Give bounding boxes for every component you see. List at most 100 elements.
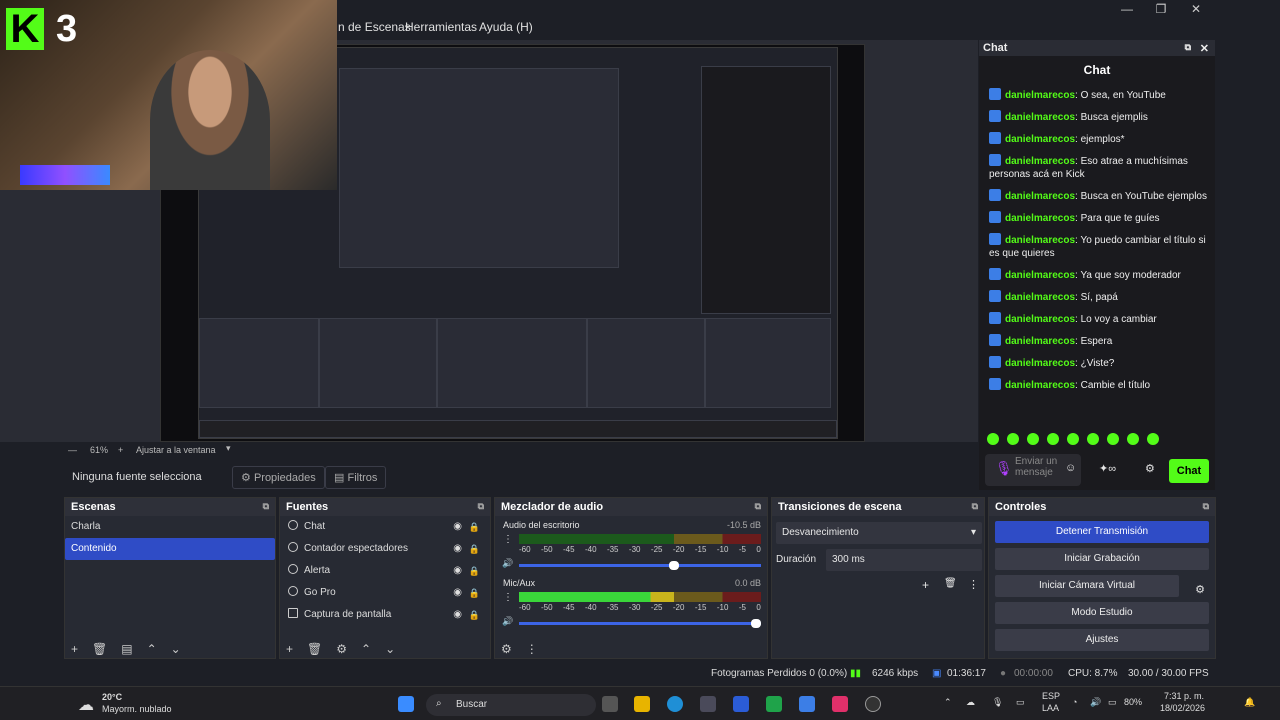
popout-icon[interactable]: ⧉	[263, 501, 269, 512]
chat-username[interactable]: danielmarecos	[1005, 112, 1075, 123]
emote-icon[interactable]	[1107, 433, 1119, 445]
emote-icon[interactable]	[1127, 433, 1139, 445]
emote-icon[interactable]	[1027, 433, 1039, 445]
trash-icon[interactable]: 🗑	[92, 642, 107, 656]
maximize-button[interactable]: ❐	[1149, 2, 1173, 16]
source-item[interactable]: Chat ◉ 🔒	[280, 516, 490, 538]
kebab-icon[interactable]: ⋮	[503, 534, 513, 545]
volume-slider[interactable]	[519, 561, 761, 570]
zoom-out-button[interactable]: —	[68, 445, 77, 455]
advanced-audio-icon[interactable]: ⚙	[501, 642, 512, 656]
weather-icon[interactable]: ☁	[78, 695, 94, 715]
speaker-icon[interactable]: 🔊	[502, 558, 513, 569]
arrow-down-icon[interactable]: ⌄	[171, 642, 181, 656]
menu-tools[interactable]: Herramientas	[405, 20, 477, 34]
popout-icon[interactable]: ⧉	[755, 501, 761, 512]
popout-icon[interactable]: ⧉	[1203, 501, 1209, 512]
chat-username[interactable]: danielmarecos	[1005, 380, 1075, 391]
settings-gear-icon[interactable]: ⚙	[1145, 462, 1155, 475]
chat-username[interactable]: danielmarecos	[1005, 336, 1075, 347]
chat-username[interactable]: danielmarecos	[1005, 134, 1075, 145]
notification-icon[interactable]: 🔔	[1244, 697, 1255, 708]
eye-icon[interactable]: ◉	[453, 604, 462, 626]
lock-icon[interactable]: 🔒	[469, 582, 480, 604]
chat-username[interactable]: danielmarecos	[1005, 270, 1075, 281]
kebab-icon[interactable]: ⋮	[503, 592, 513, 603]
arrow-up-icon[interactable]: ⌃	[361, 642, 371, 656]
chat-username[interactable]: danielmarecos	[1005, 191, 1075, 202]
add-icon[interactable]: +	[922, 578, 929, 592]
source-item[interactable]: Contador espectadores ◉ 🔒	[280, 538, 490, 560]
close-icon[interactable]: ✕	[1200, 42, 1209, 55]
stop-streaming-button[interactable]: Detener Transmisión	[995, 521, 1209, 543]
speaker-icon[interactable]: 🔊	[502, 616, 513, 627]
gear-icon[interactable]: ⚙	[336, 642, 347, 656]
scene-item[interactable]: Charla	[65, 516, 275, 538]
eye-icon[interactable]: ◉	[453, 516, 462, 538]
kebab-icon[interactable]: ⋮	[526, 642, 538, 656]
clock-date[interactable]: 18/02/2026	[1160, 703, 1205, 713]
obs-icon[interactable]	[865, 696, 881, 712]
emote-icon[interactable]	[1087, 433, 1099, 445]
arrow-down-icon[interactable]: ⌄	[385, 642, 395, 656]
source-item[interactable]: Alerta ◉ 🔒	[280, 560, 490, 582]
filter-icon[interactable]: ▤	[121, 642, 132, 656]
zoom-fit-button[interactable]: Ajustar a la ventana	[136, 445, 216, 455]
kebab-icon[interactable]: ⋮	[968, 578, 979, 591]
emoji-icon[interactable]: ☺	[1065, 462, 1076, 474]
lock-icon[interactable]: 🔒	[469, 560, 480, 582]
eye-icon[interactable]: ◉	[453, 538, 462, 560]
emote-icon[interactable]	[1067, 433, 1079, 445]
xbox-icon[interactable]	[766, 696, 782, 712]
add-icon[interactable]: +	[286, 642, 293, 656]
popout-icon[interactable]: ⧉	[972, 501, 978, 512]
display-icon[interactable]: ▭	[1016, 697, 1025, 708]
tiktok-icon[interactable]	[832, 696, 848, 712]
lock-icon[interactable]: 🔒	[469, 538, 480, 560]
edge-icon[interactable]	[667, 696, 683, 712]
popout-icon[interactable]: ⧉	[1185, 42, 1191, 53]
minimize-button[interactable]: —	[1115, 2, 1139, 16]
add-icon[interactable]: +	[71, 642, 78, 656]
menu-scene-collection[interactable]: n de Escenas	[338, 20, 411, 34]
mic-icon[interactable]: 🎙	[995, 460, 1013, 477]
properties-button[interactable]: ⚙ Propiedades	[232, 466, 325, 489]
source-item[interactable]: Go Pro ◉ 🔒	[280, 582, 490, 604]
slider-knob[interactable]	[668, 561, 679, 570]
transition-select[interactable]: Desvanecimiento ▾	[776, 522, 982, 544]
chat-username[interactable]: danielmarecos	[1005, 235, 1075, 246]
lock-icon[interactable]: 🔒	[469, 604, 480, 626]
emote-icon[interactable]	[987, 433, 999, 445]
emote-icon[interactable]	[1047, 433, 1059, 445]
close-button[interactable]: ✕	[1184, 2, 1208, 16]
start-virtual-camera-button[interactable]: Iniciar Cámara Virtual	[995, 575, 1179, 597]
file-explorer-icon[interactable]	[634, 696, 650, 712]
chat-username[interactable]: danielmarecos	[1005, 314, 1075, 325]
battery-icon[interactable]: ▭	[1108, 697, 1117, 708]
chat-username[interactable]: danielmarecos	[1005, 156, 1075, 167]
chat-username[interactable]: danielmarecos	[1005, 213, 1075, 224]
scene-item-selected[interactable]: Contenido	[65, 538, 275, 560]
language-region[interactable]: LAA	[1042, 703, 1059, 713]
chevron-down-icon[interactable]: ▾	[226, 443, 231, 454]
cloud-icon[interactable]: ☁	[966, 697, 975, 708]
task-view-icon[interactable]	[602, 696, 618, 712]
gear-icon[interactable]: ⚙	[1195, 583, 1205, 596]
app-icon[interactable]	[733, 696, 749, 712]
start-recording-button[interactable]: Iniciar Grabación	[995, 548, 1209, 570]
app2-icon[interactable]	[799, 696, 815, 712]
chat-send-button[interactable]: Chat	[1169, 459, 1209, 483]
eye-icon[interactable]: ◉	[453, 582, 462, 604]
windows-start-icon[interactable]	[398, 696, 414, 712]
menu-help[interactable]: Ayuda (H)	[479, 20, 533, 34]
filters-button[interactable]: ▤ Filtros	[325, 466, 387, 489]
wifi-icon[interactable]: ◔	[1072, 697, 1077, 707]
chat-username[interactable]: danielmarecos	[1005, 358, 1075, 369]
duration-input[interactable]: 300 ms	[826, 549, 982, 571]
users-icon[interactable]: ✦∞	[1099, 462, 1116, 475]
settings-button[interactable]: Ajustes	[995, 629, 1209, 651]
lock-icon[interactable]: 🔒	[469, 516, 480, 538]
eye-icon[interactable]: ◉	[453, 560, 462, 582]
chat-username[interactable]: danielmarecos	[1005, 292, 1075, 303]
chevron-up-icon[interactable]: ⌃	[944, 697, 952, 708]
